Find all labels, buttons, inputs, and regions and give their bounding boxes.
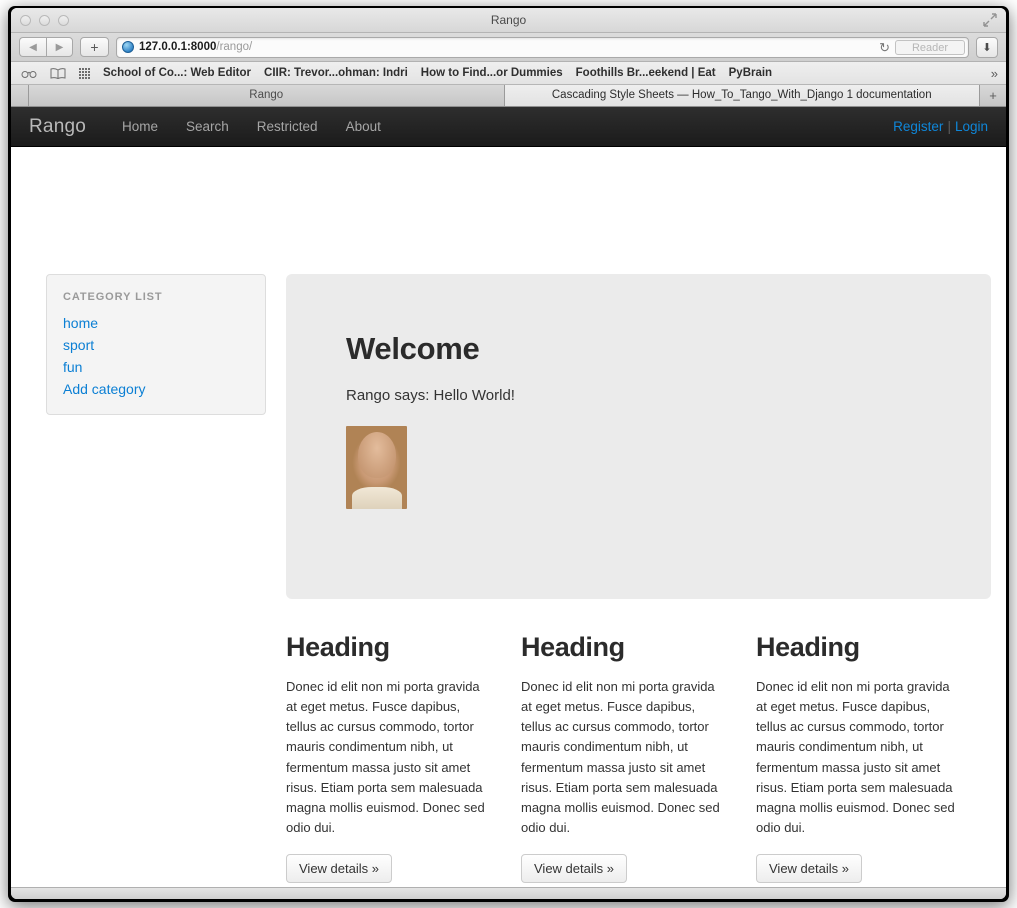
- view-details-button[interactable]: View details »: [521, 854, 627, 884]
- view-details-button[interactable]: View details »: [286, 854, 392, 884]
- reload-icon[interactable]: ↻: [879, 40, 890, 56]
- zoom-button[interactable]: [58, 15, 69, 26]
- reader-button[interactable]: Reader: [895, 39, 965, 55]
- traffic-lights: [20, 15, 69, 26]
- page-title: Welcome: [346, 331, 480, 366]
- reading-list-icon[interactable]: [21, 69, 37, 78]
- tab-bar: Rango Cascading Style Sheets — How_To_Ta…: [11, 84, 1006, 107]
- browser-toolbar: ◀ ▶ + 127.0.0.1:8000 /rango/ ↻ Reader ⬇: [11, 33, 1006, 62]
- browser-window: Rango ◀ ▶ + 127.0.0.1:8000 /rango/ ↻ Rea…: [8, 6, 1009, 902]
- sidebar-item-sport[interactable]: sport: [63, 334, 249, 356]
- sidebar-item-home[interactable]: home: [63, 312, 249, 334]
- page-body: CATEGORY LIST home sport fun Add categor…: [11, 107, 1006, 887]
- tab-rango[interactable]: Rango: [29, 84, 505, 106]
- sidebar-item-fun[interactable]: fun: [63, 356, 249, 378]
- window-bottom-strip: [11, 887, 1006, 899]
- jumbotron: Welcome Rango says: Hello World!: [286, 274, 991, 599]
- feature-columns: Heading Donec id elit non mi porta gravi…: [286, 632, 991, 884]
- url-path: /rango/: [216, 41, 253, 53]
- column-body: Donec id elit non mi porta gravida at eg…: [756, 679, 955, 835]
- sidebar-item-add-category[interactable]: Add category: [63, 378, 249, 400]
- category-list-title: CATEGORY LIST: [63, 291, 163, 303]
- bookmarks-bar: School of Co...: Web Editor CIIR: Trevor…: [11, 62, 1006, 85]
- bookmark-item[interactable]: PyBrain: [729, 67, 772, 79]
- column-heading: Heading: [756, 632, 860, 662]
- downloads-button[interactable]: ⬇: [976, 36, 998, 58]
- url-host: 127.0.0.1:8000: [139, 41, 217, 53]
- column-heading: Heading: [521, 632, 625, 662]
- titlebar: Rango: [11, 8, 1006, 33]
- rango-picture: [346, 426, 407, 509]
- column-body: Donec id elit non mi porta gravida at eg…: [521, 679, 720, 835]
- new-tab-button[interactable]: +: [80, 37, 109, 57]
- feature-column: Heading Donec id elit non mi porta gravi…: [756, 632, 991, 884]
- category-list-panel: CATEGORY LIST home sport fun Add categor…: [46, 274, 266, 415]
- address-bar[interactable]: 127.0.0.1:8000 /rango/ ↻ Reader: [116, 36, 969, 58]
- column-heading: Heading: [286, 632, 390, 662]
- top-sites-icon[interactable]: [79, 67, 90, 79]
- close-button[interactable]: [20, 15, 31, 26]
- new-tab-button-tabbar[interactable]: +: [980, 84, 1006, 106]
- minimize-button[interactable]: [39, 15, 50, 26]
- bookmarks-overflow-icon[interactable]: »: [991, 66, 998, 81]
- back-button[interactable]: ◀: [19, 37, 46, 57]
- bookmark-item[interactable]: CIIR: Trevor...ohman: Indri: [264, 67, 408, 79]
- browser-window-inner: Rango ◀ ▶ + 127.0.0.1:8000 /rango/ ↻ Rea…: [11, 8, 1006, 899]
- web-page: Rango Home Search Restricted About Regis…: [11, 107, 1006, 887]
- tab-css-docs[interactable]: Cascading Style Sheets — How_To_Tango_Wi…: [504, 84, 980, 106]
- feature-column: Heading Donec id elit non mi porta gravi…: [286, 632, 521, 884]
- fullscreen-icon[interactable]: [983, 13, 997, 27]
- welcome-message: Rango says: Hello World!: [346, 387, 515, 404]
- bookmarks-icon[interactable]: [50, 67, 66, 79]
- nav-buttons: ◀ ▶: [19, 37, 73, 57]
- bookmark-item[interactable]: How to Find...or Dummies: [421, 67, 563, 79]
- feature-column: Heading Donec id elit non mi porta gravi…: [521, 632, 756, 884]
- column-body: Donec id elit non mi porta gravida at eg…: [286, 679, 485, 835]
- view-details-button[interactable]: View details »: [756, 854, 862, 884]
- tab-edge: [11, 84, 29, 106]
- window-title: Rango: [490, 13, 527, 27]
- bookmark-item[interactable]: School of Co...: Web Editor: [103, 67, 251, 79]
- globe-icon: [122, 41, 134, 53]
- forward-button[interactable]: ▶: [46, 37, 73, 57]
- bookmark-item[interactable]: Foothills Br...eekend | Eat: [576, 67, 716, 79]
